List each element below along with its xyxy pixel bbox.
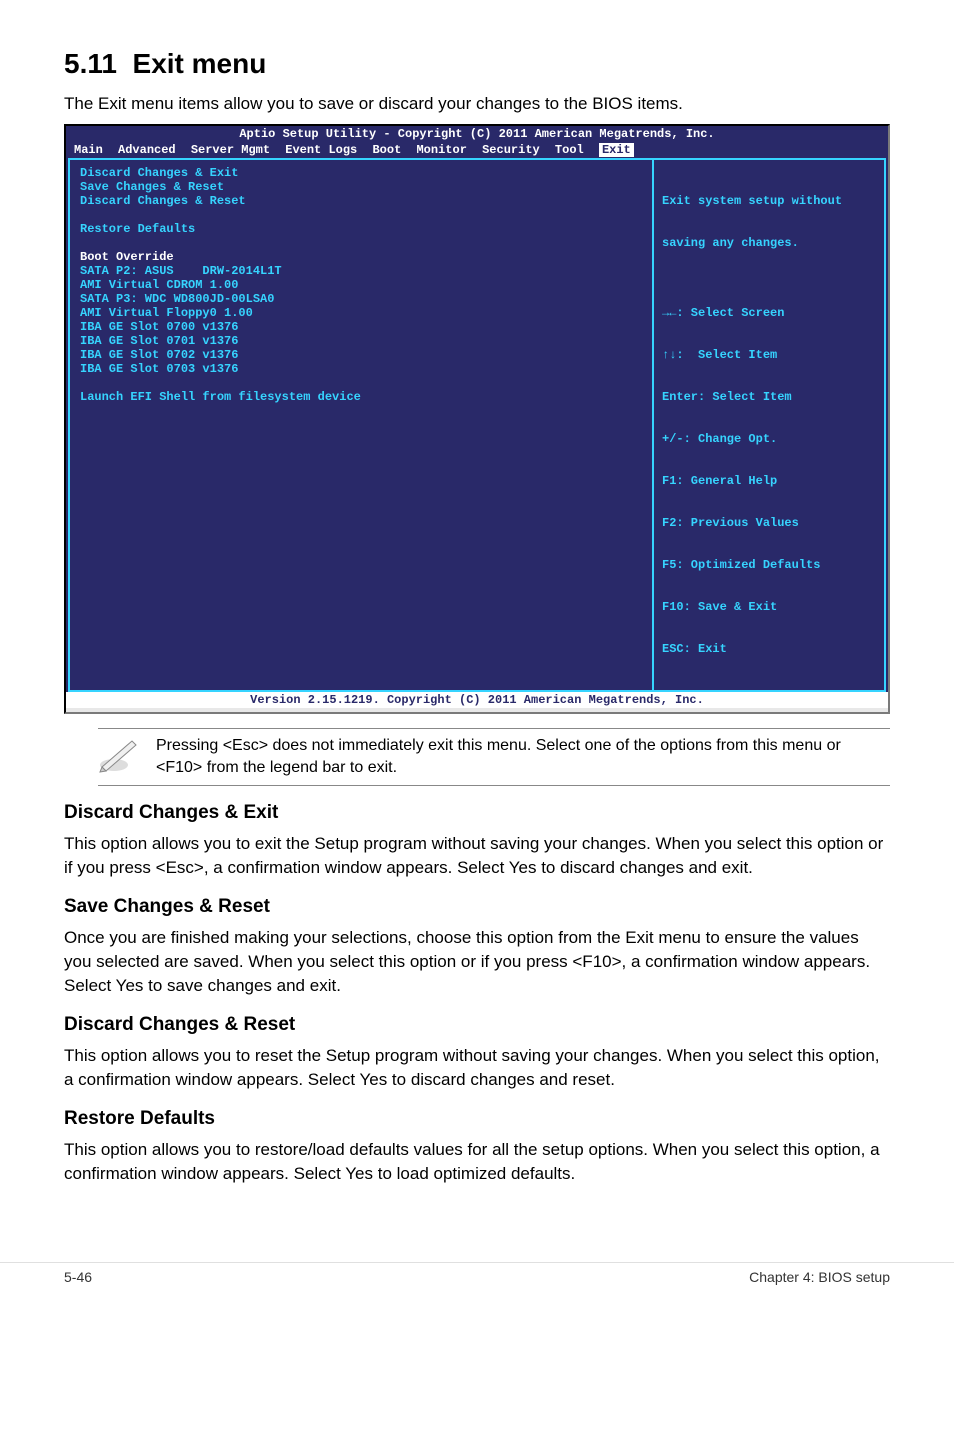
section-body: This option allows you to restore/load d… [64,1138,890,1186]
key-enter: Enter: Select Item [662,390,876,404]
menu-iba-0701[interactable]: IBA GE Slot 0701 v1376 [80,334,642,348]
chapter-label: Chapter 4: BIOS setup [749,1269,890,1285]
key-opt-defaults: F5: Optimized Defaults [662,558,876,572]
intro-text: The Exit menu items allow you to save or… [64,94,890,114]
tab-exit[interactable]: Exit [599,143,634,157]
bios-menubar: Main Advanced Server Mgmt Event Logs Boo… [66,142,888,158]
bios-screenshot: Aptio Setup Utility - Copyright (C) 2011… [64,124,890,714]
menu-discard-exit[interactable]: Discard Changes & Exit [80,166,642,180]
tab-server-mgmt[interactable]: Server Mgmt [191,143,270,157]
page-number: 5-46 [64,1269,92,1285]
menu-iba-0702[interactable]: IBA GE Slot 0702 v1376 [80,348,642,362]
menu-save-reset[interactable]: Save Changes & Reset [80,180,642,194]
menu-boot-override-header: Boot Override [80,250,642,264]
menu-discard-reset[interactable]: Discard Changes & Reset [80,194,642,208]
bios-right-panel: Exit system setup without saving any cha… [654,160,884,690]
note-text: Pressing <Esc> does not immediately exit… [156,735,890,779]
bios-help-line: saving any changes. [662,236,876,250]
section-heading: Discard Changes & Exit [64,802,890,824]
key-esc: ESC: Exit [662,642,876,656]
bios-bottom-bar [66,708,888,712]
tab-security[interactable]: Security [482,143,540,157]
bios-left-panel: Discard Changes & Exit Save Changes & Re… [70,160,654,690]
menu-iba-0700[interactable]: IBA GE Slot 0700 v1376 [80,320,642,334]
tab-main[interactable]: Main [74,143,103,157]
page-title: 5.11 Exit menu [64,48,890,80]
section-body: Once you are finished making your select… [64,926,890,998]
section-heading: Save Changes & Reset [64,896,890,918]
menu-sata-p2[interactable]: SATA P2: ASUS DRW-2014L1T [80,264,642,278]
tab-advanced[interactable]: Advanced [118,143,176,157]
section-heading: Discard Changes & Reset [64,1014,890,1036]
bios-key-legend: →←: Select Screen ↑↓: Select Item Enter:… [662,278,876,684]
section-body: This option allows you to reset the Setu… [64,1044,890,1092]
tab-tool[interactable]: Tool [555,143,584,157]
menu-restore-defaults[interactable]: Restore Defaults [80,222,642,236]
section-heading: Restore Defaults [64,1108,890,1130]
bios-utility-title: Aptio Setup Utility - Copyright (C) 2011… [66,126,888,142]
heading-text: Exit menu [133,48,267,79]
key-prev-values: F2: Previous Values [662,516,876,530]
key-change-opt: +/-: Change Opt. [662,432,876,446]
bios-help-line: Exit system setup without [662,194,876,208]
key-general-help: F1: General Help [662,474,876,488]
section-body: This option allows you to exit the Setup… [64,832,890,880]
menu-launch-efi[interactable]: Launch EFI Shell from filesystem device [80,390,642,404]
key-save-exit: F10: Save & Exit [662,600,876,614]
menu-ami-floppy[interactable]: AMI Virtual Floppy0 1.00 [80,306,642,320]
key-select-item: ↑↓: Select Item [662,348,876,362]
bios-version-footer: Version 2.15.1219. Copyright (C) 2011 Am… [66,692,888,708]
tab-monitor[interactable]: Monitor [416,143,466,157]
note-block: Pressing <Esc> does not immediately exit… [98,728,890,786]
pencil-icon [98,735,138,773]
menu-ami-cdrom[interactable]: AMI Virtual CDROM 1.00 [80,278,642,292]
heading-number: 5.11 [64,48,117,79]
key-select-screen: →←: Select Screen [662,306,876,320]
tab-event-logs[interactable]: Event Logs [285,143,357,157]
tab-boot[interactable]: Boot [372,143,401,157]
menu-iba-0703[interactable]: IBA GE Slot 0703 v1376 [80,362,642,376]
menu-sata-p3[interactable]: SATA P3: WDC WD800JD-00LSA0 [80,292,642,306]
